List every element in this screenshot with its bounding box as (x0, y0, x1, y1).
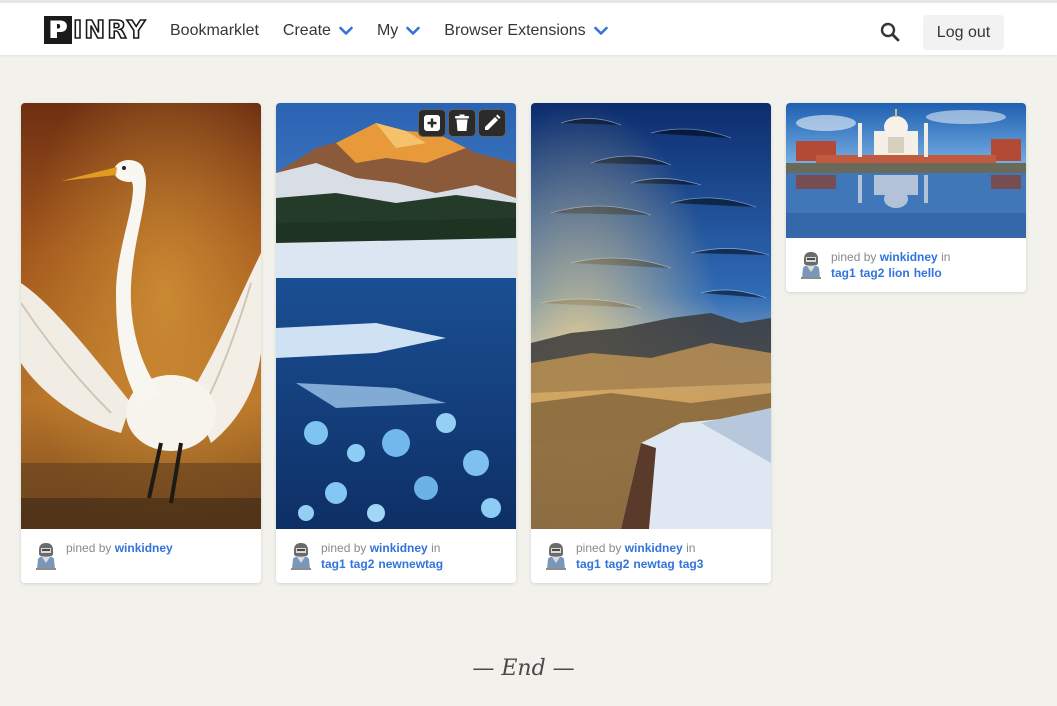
pinned-by-label: pined by (831, 250, 877, 264)
pin-image[interactable] (21, 103, 261, 529)
tag-list: tag1 tag2 newnewtag (321, 556, 447, 572)
tag-link[interactable]: tag1 (321, 557, 346, 571)
pin-meta: pined by winkidney in tag1 tag2 newnewtag (276, 529, 516, 583)
nav-bookmarklet[interactable]: Bookmarklet (170, 22, 259, 40)
in-label: in (941, 250, 951, 264)
chevron-down-icon (339, 26, 353, 35)
pin-meta: pined by winkidney in tag1 tag2 newtag tag3 (531, 529, 771, 583)
top-navbar: P INRY Bookmarklet Create My Browser Ext… (0, 0, 1057, 55)
pin-meta: pined by winkidney (21, 529, 261, 583)
user-avatar[interactable] (543, 541, 569, 571)
pinner-username-link[interactable]: winkidney (625, 541, 683, 555)
search-icon[interactable] (880, 22, 900, 42)
tag-link[interactable]: newtag (633, 557, 674, 571)
in-label: in (686, 541, 696, 555)
chevron-down-icon (406, 26, 421, 35)
tag-link[interactable]: tag3 (679, 557, 704, 571)
user-avatar[interactable] (33, 541, 59, 571)
user-avatar[interactable] (288, 541, 314, 571)
logout-button[interactable]: Log out (923, 15, 1004, 50)
nav-menu: Bookmarklet Create My Browser Extensions (170, 3, 632, 58)
in-label: in (431, 541, 441, 555)
nav-extensions-label: Browser Extensions (444, 21, 586, 39)
pinner-username-link[interactable]: winkidney (880, 250, 938, 264)
tag-link[interactable]: hello (914, 266, 942, 280)
tag-link[interactable]: newnewtag (378, 557, 443, 571)
tag-link[interactable]: tag1 (831, 266, 856, 280)
nav-bookmarklet-label: Bookmarklet (170, 21, 259, 39)
pencil-icon (485, 114, 501, 130)
pinned-by-label: pined by (66, 541, 112, 555)
pin-card[interactable]: pined by winkidney in tag1 tag2 newtag tag3 (531, 103, 771, 583)
tag-link[interactable]: tag2 (605, 557, 630, 571)
delete-pin-button[interactable] (448, 109, 476, 137)
nav-extensions-dropdown[interactable]: Browser Extensions (444, 21, 608, 40)
trash-icon (455, 114, 469, 131)
pinner-username-link[interactable]: winkidney (370, 541, 428, 555)
plus-icon (424, 115, 440, 131)
pinry-logo[interactable]: P INRY (44, 15, 148, 45)
tag-link[interactable]: tag2 (860, 266, 885, 280)
pinned-by-line: pined by winkidney in (576, 540, 695, 556)
tag-link[interactable]: lion (888, 266, 909, 280)
pinned-by-label: pined by (576, 541, 622, 555)
logo-wordmark: INRY (72, 15, 148, 45)
tag-list: tag1 tag2 lion hello (831, 265, 946, 281)
end-of-feed-label: — End — (472, 656, 575, 681)
pin-toolbar (418, 109, 506, 137)
logo-mark: P (44, 16, 72, 44)
pinned-by-line: pined by winkidney in (831, 249, 950, 265)
pin-image[interactable] (786, 103, 1026, 238)
pin-image[interactable] (276, 103, 516, 529)
pin-image[interactable] (531, 103, 771, 529)
tag-link[interactable]: tag1 (576, 557, 601, 571)
nav-create-label: Create (282, 21, 331, 39)
pinned-by-line: pined by winkidney (66, 540, 173, 556)
edit-pin-button[interactable] (478, 109, 506, 137)
pin-card[interactable]: pined by winkidney (21, 103, 261, 583)
pin-card[interactable]: pined by winkidney in tag1 tag2 newnewtag (276, 103, 516, 583)
pin-meta: pined by winkidney in tag1 tag2 lion hello (786, 238, 1026, 292)
add-to-board-button[interactable] (418, 109, 446, 137)
nav-create-dropdown[interactable]: Create (283, 22, 353, 40)
pinned-by-label: pined by (321, 541, 367, 555)
tag-link[interactable]: tag2 (350, 557, 375, 571)
pin-card[interactable]: pined by winkidney in tag1 tag2 lion hello (786, 103, 1026, 292)
nav-my-label: My (376, 21, 399, 39)
nav-my-dropdown[interactable]: My (376, 21, 421, 40)
tag-list: tag1 tag2 newtag tag3 (576, 556, 707, 572)
pinner-username-link[interactable]: winkidney (115, 541, 173, 555)
chevron-down-icon (593, 26, 608, 35)
pinned-by-line: pined by winkidney in (321, 540, 440, 556)
user-avatar[interactable] (798, 250, 824, 280)
